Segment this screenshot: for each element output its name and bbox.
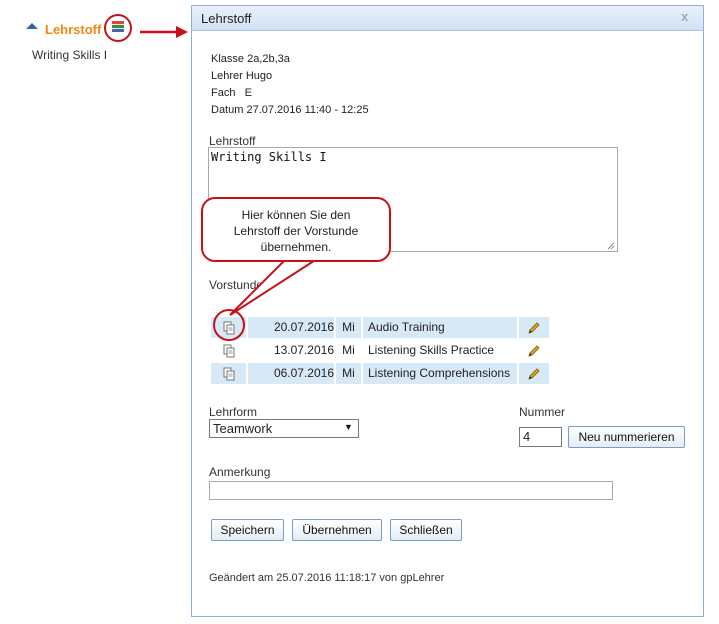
apply-button[interactable]: Übernehmen (292, 519, 382, 541)
info-datum: Datum 27.07.2016 11:40 - 12:25 (211, 104, 369, 116)
pencil-icon[interactable] (519, 317, 549, 338)
resize-grip-icon[interactable] (607, 242, 615, 250)
tree-item-writing-skills[interactable]: Writing Skills I (32, 48, 107, 62)
row-date: 13.07.2016 (273, 343, 334, 357)
annotation-arrow-icon (140, 26, 188, 38)
chevron-down-icon[interactable]: ▼ (344, 422, 353, 432)
anmerkung-label: Anmerkung (209, 465, 271, 479)
lehrstoff-label: Lehrstoff (209, 134, 256, 148)
save-button[interactable]: Speichern (211, 519, 284, 541)
row-date: 06.07.2016 (248, 363, 334, 384)
copy-icon[interactable] (211, 340, 246, 361)
row-day: Mi (336, 363, 361, 384)
pencil-icon[interactable] (519, 340, 549, 361)
expand-triangle-icon[interactable] (26, 23, 38, 29)
row-title: Listening Skills Practice (368, 343, 495, 357)
pencil-icon[interactable] (519, 363, 549, 384)
copy-icon[interactable] (211, 363, 246, 384)
info-lehrer: Lehrer Hugo (211, 70, 273, 82)
row-title: Listening Comprehensions (363, 363, 517, 384)
nummer-label: Nummer (519, 405, 566, 419)
lehrstoff-link[interactable]: Lehrstoff (45, 22, 101, 37)
callout-line-1: Hier können Sie den (241, 208, 351, 222)
anmerkung-input[interactable] (209, 481, 613, 500)
changed-info: Geändert am 25.07.2016 11:18:17 von gpLe… (209, 572, 445, 584)
info-klasse: Klasse 2a,2b,3a (211, 53, 290, 65)
lehrform-select[interactable]: Teamwork (209, 419, 359, 438)
dialog-title: Lehrstoff (201, 11, 252, 26)
lehrform-label: Lehrform (209, 405, 258, 419)
dialog-titlebar[interactable]: Lehrstoff x (192, 6, 703, 31)
row-title: Audio Training (363, 317, 517, 338)
callout-line-2: Lehrstoff der Vorstunde (233, 224, 359, 238)
nummer-input[interactable]: 4 (519, 427, 562, 447)
callout-line-3: übernehmen. (260, 240, 332, 254)
close-icon[interactable]: x (681, 9, 688, 24)
highlight-circle (104, 14, 132, 42)
renumber-button[interactable]: Neu nummerieren (568, 426, 685, 448)
highlight-circle (213, 309, 245, 341)
close-button[interactable]: Schließen (390, 519, 462, 541)
info-fach: Fach E (211, 87, 252, 99)
callout-tooltip: Hier können Sie den Lehrstoff der Vorstu… (201, 197, 391, 262)
row-day: Mi (342, 343, 355, 357)
